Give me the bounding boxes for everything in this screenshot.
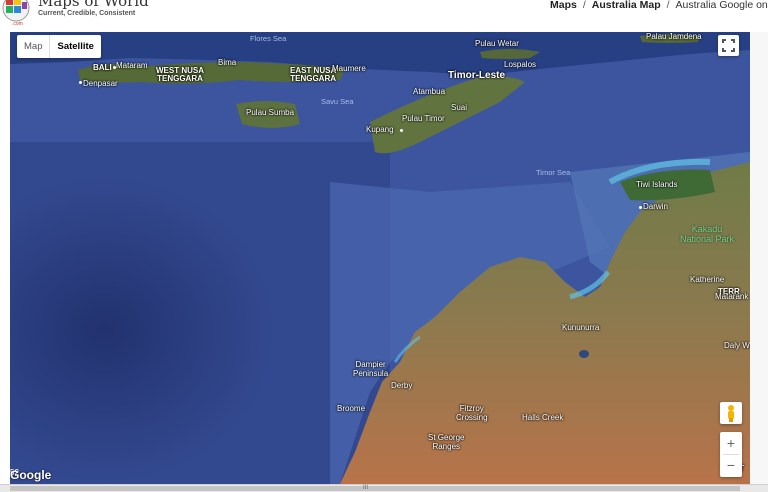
- katherine-label: Katherine: [690, 275, 725, 284]
- kupang-dot: [400, 129, 403, 132]
- pegman-button[interactable]: [720, 402, 742, 424]
- breadcrumb-maps[interactable]: Maps: [550, 0, 577, 11]
- satellite-imagery: [10, 32, 750, 484]
- mataranka-label: Matarank: [715, 292, 749, 301]
- fullscreen-button[interactable]: [718, 35, 739, 56]
- vertical-scrollbar-track[interactable]: [750, 32, 768, 484]
- tiwi-islands-label: Tiwi Islands: [636, 180, 678, 189]
- kakadu-national-park-label: Kakadu National Park: [680, 224, 735, 244]
- palau-jamdena-label: Palau Jamdena: [646, 32, 702, 41]
- fitzroy-crossing-label: Fitzroy Crossing: [456, 404, 488, 422]
- timor-sea-label: Timor Sea: [536, 168, 571, 177]
- timor-leste-label: Timor-Leste: [448, 70, 506, 81]
- dampier-peninsula-label: Dampier Peninsula: [353, 360, 389, 378]
- breadcrumb-separator: /: [666, 0, 670, 11]
- fullscreen-icon: [722, 39, 735, 52]
- google-map-satellite[interactable]: Flores Sea Pulau Wetar Palau Jamdena BAL…: [10, 32, 750, 484]
- mataram-label: Mataram: [116, 61, 148, 70]
- atambua-label: Atambua: [413, 87, 446, 96]
- page-header: .com Maps of World Current, Credible, Co…: [0, 0, 768, 32]
- breadcrumb-australia-map[interactable]: Australia Map: [592, 0, 661, 11]
- darwin-label: Darwin: [643, 202, 668, 211]
- site-tagline: Current, Credible, Consistent: [38, 10, 136, 17]
- pegman-icon: [728, 405, 734, 422]
- kununurra-label: Kununurra: [562, 323, 600, 332]
- map-type-satellite-button[interactable]: Satellite: [49, 35, 100, 58]
- maumere-label: Maumere: [332, 64, 366, 73]
- denpasar-label: Denpasar: [83, 79, 118, 88]
- map-type-control: Map Satellite: [17, 35, 101, 58]
- zoom-control: + −: [720, 432, 742, 477]
- pulau-wetar-label: Pulau Wetar: [475, 39, 519, 48]
- lospalos-label: Lospalos: [504, 60, 537, 69]
- globe-logo-icon[interactable]: .com: [0, 0, 32, 28]
- mataram-dot: [113, 66, 116, 69]
- horizontal-scrollbar-thumb[interactable]: [10, 486, 740, 491]
- broome-label: Broome: [337, 404, 366, 413]
- map-type-map-button[interactable]: Map: [17, 35, 49, 58]
- darwin-dot: [639, 206, 642, 209]
- site-title[interactable]: Maps of World: [38, 0, 149, 10]
- suai-label: Suai: [451, 103, 468, 112]
- zoom-in-button[interactable]: +: [720, 432, 742, 454]
- halls-creek-label: Halls Creek: [522, 413, 564, 422]
- pulau-timor-label: Pulau Timor: [402, 114, 445, 123]
- map-scale-text: 52: [10, 468, 19, 477]
- breadcrumb-current: Australia Google on Ma: [675, 0, 768, 11]
- bali-label: BALI: [93, 63, 112, 72]
- savu-sea-label: Savu Sea: [321, 97, 354, 106]
- east-nusa-tenggara-label: EAST NUSA TENGGARA: [290, 66, 337, 83]
- svg-text:.com: .com: [12, 21, 23, 27]
- west-nusa-tenggara-label: WEST NUSA TENGGARA: [156, 66, 204, 83]
- flores-sea-label: Flores Sea: [250, 34, 287, 43]
- bima-label: Bima: [218, 58, 237, 67]
- derby-label: Derby: [391, 381, 413, 390]
- st-george-ranges-label: St George Ranges: [428, 433, 465, 451]
- breadcrumb-separator: /: [582, 0, 586, 11]
- zoom-out-button[interactable]: −: [720, 454, 742, 476]
- breadcrumb: Maps / Australia Map / Australia Google on M…: [550, 0, 768, 11]
- denpasar-dot: [79, 81, 82, 84]
- kupang-label: Kupang: [366, 125, 394, 134]
- pulau-sumba-label: Pulau Sumba: [246, 108, 295, 117]
- daly-waters-label: Daly Wa: [724, 341, 750, 350]
- zoom-divider: [723, 454, 739, 455]
